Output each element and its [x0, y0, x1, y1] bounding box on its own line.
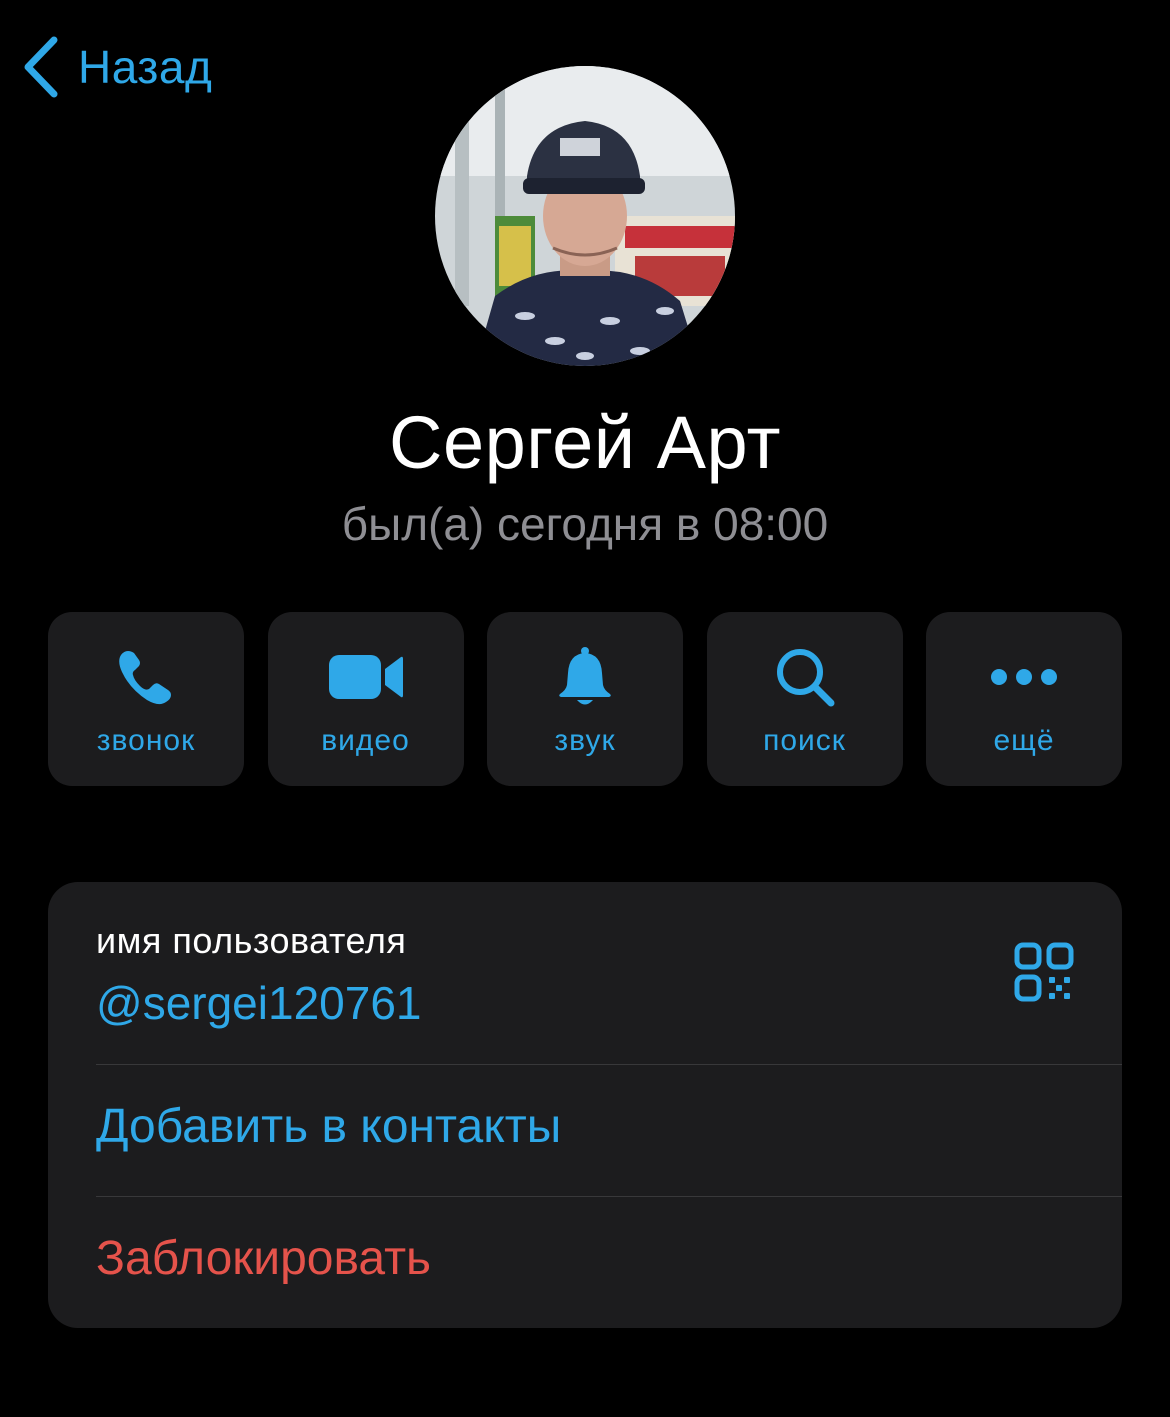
more-button[interactable]: ещё [926, 612, 1122, 786]
profile-name: Сергей Арт [389, 401, 781, 484]
block-label: Заблокировать [96, 1232, 432, 1285]
add-contact-label: Добавить в контакты [96, 1100, 562, 1153]
video-button[interactable]: видео [267, 612, 464, 786]
back-button[interactable]: Назад [20, 32, 212, 102]
block-row[interactable]: Заблокировать [48, 1197, 1122, 1327]
username-value[interactable]: @sergei120761 [96, 976, 421, 1030]
more-dots-icon [991, 669, 1057, 685]
avatar[interactable] [435, 66, 735, 366]
avatar-photo [435, 66, 735, 366]
search-button[interactable]: поиск [706, 612, 903, 786]
last-seen-status: был(а) сегодня в 08:00 [341, 498, 829, 550]
more-label: ещё [993, 724, 1055, 757]
video-camera-icon [328, 655, 403, 699]
sound-label: звук [554, 724, 616, 757]
info-card: имя пользователя @sergei120761 Добавить … [48, 882, 1122, 1328]
action-bar: звонок видео звук поиск ещё [48, 612, 1122, 786]
chevron-left-icon [24, 36, 58, 98]
call-label: звонок [96, 724, 196, 757]
search-icon [776, 649, 834, 707]
qr-code-icon [1014, 942, 1074, 1002]
bell-icon [559, 647, 611, 705]
sound-button[interactable]: звук [487, 612, 683, 786]
qr-code-button[interactable] [1014, 942, 1074, 1007]
search-label: поиск [763, 724, 846, 757]
phone-icon [119, 651, 171, 705]
video-label: видео [321, 724, 410, 757]
add-contact-row[interactable]: Добавить в контакты [48, 1065, 1122, 1195]
back-label: Назад [78, 41, 213, 93]
username-row[interactable]: имя пользователя @sergei120761 [48, 882, 1122, 1064]
profile-screen: Назад Сергей Арт был(а) сегодня в 08:00 … [0, 0, 1170, 1417]
call-button[interactable]: звонок [48, 612, 244, 786]
username-caption: имя пользователя [96, 920, 407, 961]
